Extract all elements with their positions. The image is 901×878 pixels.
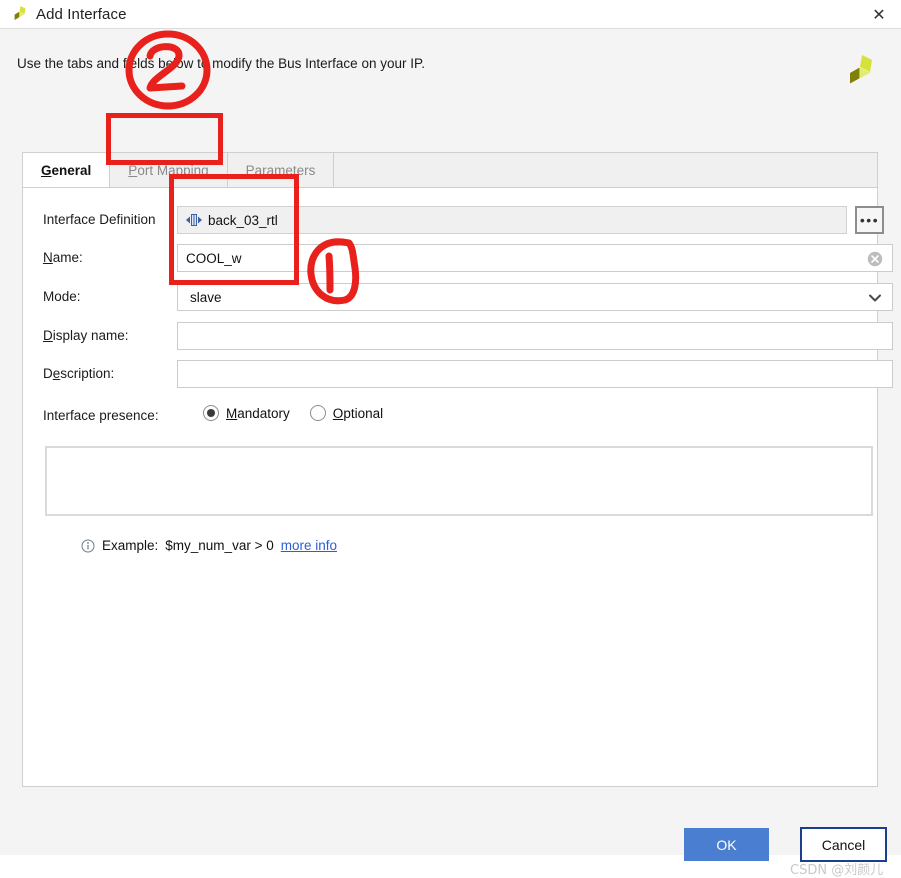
bus-interface-icon bbox=[186, 213, 202, 227]
name-value: COOL_w bbox=[186, 250, 242, 266]
interface-presence-radio-group: Mandatory Optional bbox=[203, 405, 395, 421]
display-name-field[interactable] bbox=[177, 322, 893, 350]
tab-strip: General Port Mapping Parameters bbox=[22, 152, 878, 189]
example-prefix: Example: bbox=[102, 538, 159, 553]
radio-mandatory-label: Mandatory bbox=[226, 405, 290, 421]
row-display-name: Display name: bbox=[23, 322, 893, 352]
radio-mandatory-indicator bbox=[203, 405, 219, 421]
window-title: Add Interface bbox=[36, 5, 127, 23]
display-name-label: Display name: bbox=[43, 328, 129, 343]
radio-optional[interactable]: Optional bbox=[309, 405, 384, 421]
tab-general[interactable]: General bbox=[23, 153, 111, 189]
interface-presence-label: Interface presence: bbox=[43, 408, 159, 423]
description-field[interactable] bbox=[177, 360, 893, 388]
chevron-down-icon[interactable] bbox=[868, 292, 882, 304]
more-info-link[interactable]: more info bbox=[281, 538, 337, 553]
info-circle-icon bbox=[81, 539, 95, 553]
tab-parameters-label: Parameters bbox=[245, 163, 316, 178]
example-hint: Example: $my_num_var > 0 more info bbox=[81, 538, 337, 553]
radio-optional-label: Optional bbox=[332, 405, 384, 421]
radio-optional-indicator bbox=[309, 405, 326, 421]
name-field[interactable]: COOL_w bbox=[177, 244, 893, 272]
dialog-intro-text: Use the tabs and fields below to modify … bbox=[17, 56, 425, 71]
row-interface-presence: Interface presence: Mandatory Optional bbox=[23, 402, 877, 432]
radio-mandatory[interactable]: Mandatory bbox=[203, 405, 290, 421]
close-icon[interactable]: ✕ bbox=[857, 0, 901, 28]
mode-value: slave bbox=[190, 289, 222, 305]
interface-definition-value: back_03_rtl bbox=[208, 212, 278, 228]
interface-definition-field[interactable]: back_03_rtl bbox=[177, 206, 847, 234]
vivado-logo-icon bbox=[6, 0, 34, 28]
row-name: Name: COOL_w bbox=[23, 244, 893, 274]
vivado-header-logo-icon bbox=[837, 49, 883, 95]
general-tab-panel: Interface Definition back_03_rtl ••• Nam… bbox=[22, 187, 893, 787]
window-titlebar: Add Interface ✕ bbox=[0, 0, 901, 29]
expression-textarea[interactable] bbox=[45, 446, 873, 516]
ok-button[interactable]: OK bbox=[684, 828, 769, 861]
row-interface-definition: Interface Definition back_03_rtl ••• bbox=[23, 206, 884, 236]
dialog-body: Use the tabs and fields below to modify … bbox=[0, 29, 901, 878]
clear-circle-icon[interactable] bbox=[867, 251, 883, 267]
tab-port-mapping-label: Port Mapping bbox=[128, 163, 209, 178]
interface-definition-label: Interface Definition bbox=[43, 212, 156, 227]
interface-definition-browse-button[interactable]: ••• bbox=[855, 206, 884, 234]
tab-port-mapping[interactable]: Port Mapping bbox=[110, 153, 228, 188]
name-label: Name: bbox=[43, 250, 83, 265]
cancel-button[interactable]: Cancel bbox=[800, 827, 887, 862]
row-description: Description: bbox=[23, 360, 893, 390]
mode-dropdown[interactable]: slave bbox=[177, 283, 893, 311]
tab-parameters[interactable]: Parameters bbox=[227, 153, 335, 188]
tab-general-label: General bbox=[41, 163, 92, 178]
row-mode: Mode: slave bbox=[23, 283, 893, 313]
example-expression: $my_num_var > 0 bbox=[165, 538, 274, 553]
description-label: Description: bbox=[43, 366, 115, 381]
mode-label: Mode: bbox=[43, 289, 81, 304]
